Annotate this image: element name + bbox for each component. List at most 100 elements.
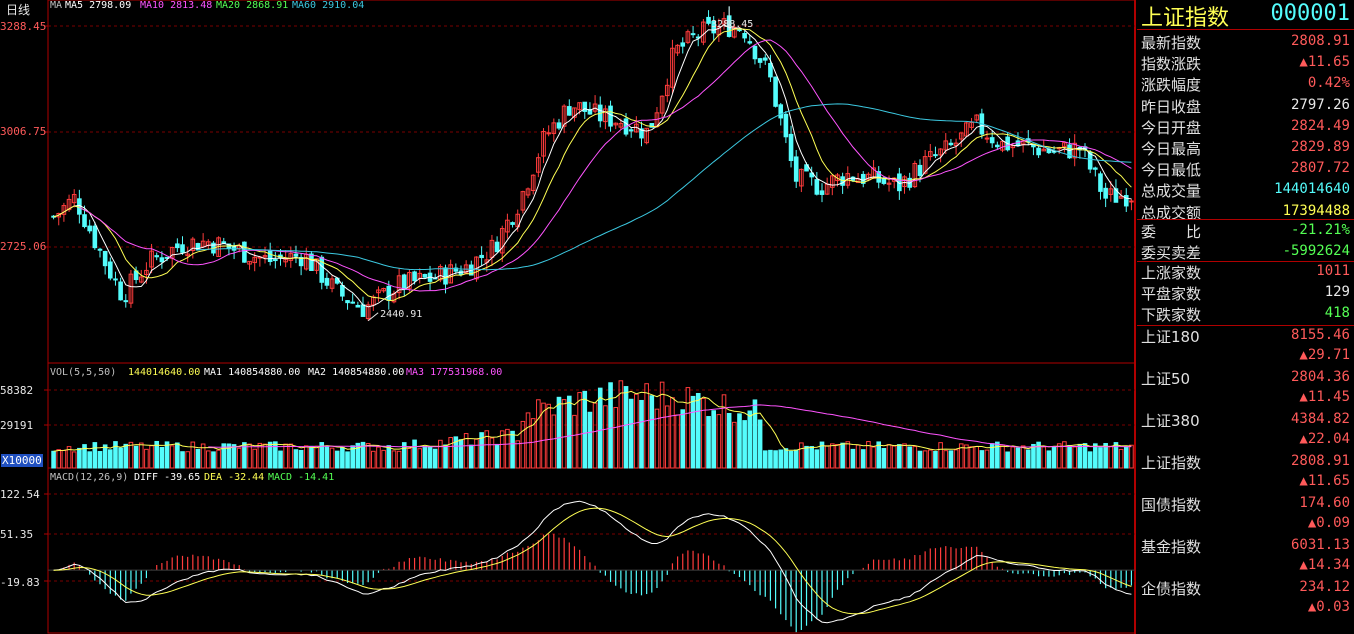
volume-bar (391, 450, 397, 469)
volume-bar (799, 442, 804, 469)
volume-bar (561, 399, 567, 469)
ma10-legend: MA10 2813.48 (140, 0, 213, 11)
volume-bar (706, 416, 711, 469)
volume-bar (907, 446, 912, 469)
quote-row: 总成交量 144014640 (1137, 179, 1354, 200)
volume-bar (1051, 446, 1057, 469)
candle-body (386, 285, 392, 301)
volume-bar (1031, 443, 1036, 469)
index-name: 国债指数 (1141, 496, 1202, 514)
index-row[interactable]: 基金指数 6031.13 ▲14.34 (1137, 535, 1354, 577)
volume-bar (572, 414, 577, 469)
volume-bar (376, 446, 381, 469)
quote-row-label: 今日最低 (1141, 161, 1202, 180)
volume-bar (381, 449, 386, 469)
ratio-row-value: -5992624 (1282, 243, 1350, 260)
volume-bar (1123, 446, 1129, 469)
volume-bar (386, 445, 392, 469)
candle-body (360, 304, 366, 317)
breadth-row: 下跌家数 418 (1137, 303, 1354, 324)
volume-bar (577, 392, 582, 469)
volume-bar (252, 448, 258, 469)
volume-bar (1010, 446, 1016, 469)
volume-bar (814, 449, 820, 469)
index-row[interactable]: 企债指数 234.12 ▲0.03 (1137, 577, 1354, 619)
macd-legend-title: MACD(12,26,9) (50, 472, 129, 483)
volume-bar (525, 412, 531, 469)
candle-body (401, 274, 407, 290)
volume-bar (1000, 444, 1005, 469)
period-label[interactable]: 日线 (6, 1, 30, 18)
ma60-legend: MA60 2910.04 (292, 0, 365, 11)
volume-bar (97, 451, 103, 469)
candle-body (778, 104, 784, 119)
candle-body (154, 255, 160, 258)
vol-legend-value: 144014640.00 (128, 367, 201, 378)
ratio-row-value: -21.21% (1290, 222, 1350, 238)
volume-bar (628, 398, 634, 469)
candle-body (510, 222, 515, 225)
candle-body (814, 179, 820, 195)
index-change: ▲22.04 (1299, 431, 1350, 447)
volume-bar (675, 414, 680, 469)
vol-legend-ma1: MA1 140854880.00 (204, 367, 301, 378)
volume-bar (288, 443, 294, 469)
quote-row-value: 17394488 (1282, 202, 1350, 219)
volume-bar (592, 402, 598, 469)
volume-bar (175, 442, 180, 469)
candle-body (1093, 167, 1098, 170)
volume-bar (845, 441, 851, 469)
candle-body (1098, 173, 1103, 192)
index-change: ▲0.09 (1307, 515, 1350, 531)
quote-row: 涨跌幅度 0.42% (1137, 73, 1354, 94)
volume-bar (613, 407, 619, 469)
quote-row-label: 今日最高 (1141, 140, 1202, 158)
index-value: 6031.13 (1290, 537, 1350, 553)
index-value: 174.60 (1299, 495, 1350, 511)
candle-body (793, 156, 799, 182)
vol-legend-ma3: MA3 177531968.00 (406, 367, 503, 378)
breadth-row-label: 下跌家数 (1141, 306, 1202, 325)
candle-body (82, 214, 87, 228)
quote-row-value: 2829.89 (1290, 139, 1350, 155)
breadth-row-value: 129 (1324, 284, 1350, 301)
index-row[interactable]: 上证380 4384.82 ▲22.04 (1137, 409, 1354, 451)
candle-body (566, 106, 572, 116)
macd-legend-macd: MACD -14.41 (268, 472, 335, 483)
index-row[interactable]: 上证50 2804.36 ▲11.45 (1137, 367, 1354, 409)
index-name: 企债指数 (1141, 580, 1202, 598)
quote-row: 最新指数 2808.91 (1137, 31, 1354, 52)
index-row[interactable]: 上证指数 2808.91 ▲11.65 (1137, 451, 1354, 493)
index-row[interactable]: 上证180 8155.46 ▲29.71 (1137, 325, 1354, 367)
volume-bar (840, 442, 845, 469)
index-value: 8155.46 (1290, 327, 1350, 343)
volume-bar (432, 448, 438, 469)
candle-body (933, 154, 938, 157)
candle-body (180, 244, 185, 253)
quote-row-value: 2807.72 (1290, 160, 1350, 177)
quote-row: 今日最高 2829.89 (1137, 137, 1354, 158)
breadth-row-value: 1011 (1316, 263, 1350, 279)
vol-ma5-line (53, 390, 1132, 452)
volume-bar (314, 445, 319, 469)
volume-bar (205, 450, 211, 469)
volume-bar (912, 446, 918, 469)
volume-bar (231, 444, 237, 469)
volume-bar (938, 442, 943, 469)
volume-bar (396, 450, 402, 469)
volume-bar (953, 449, 959, 469)
volume-bar (1056, 443, 1062, 469)
volume-bar (1077, 443, 1083, 469)
volume-bar (1087, 451, 1093, 469)
quote-row: 昨日收盘 2797.26 (1137, 95, 1354, 116)
volume-bar (721, 394, 727, 469)
volume-bar (422, 446, 428, 469)
chart-canvas[interactable]: 3288.45 2440.91 (0, 0, 1137, 634)
volume-bar (61, 449, 67, 469)
volume-bar (922, 450, 928, 469)
volume-bar (742, 420, 747, 469)
quote-row-label: 指数涨跌 (1141, 55, 1202, 74)
index-row[interactable]: 国债指数 174.60 ▲0.09 (1137, 493, 1354, 535)
candle-body (324, 277, 330, 286)
ma-prefix: MA (50, 0, 63, 11)
